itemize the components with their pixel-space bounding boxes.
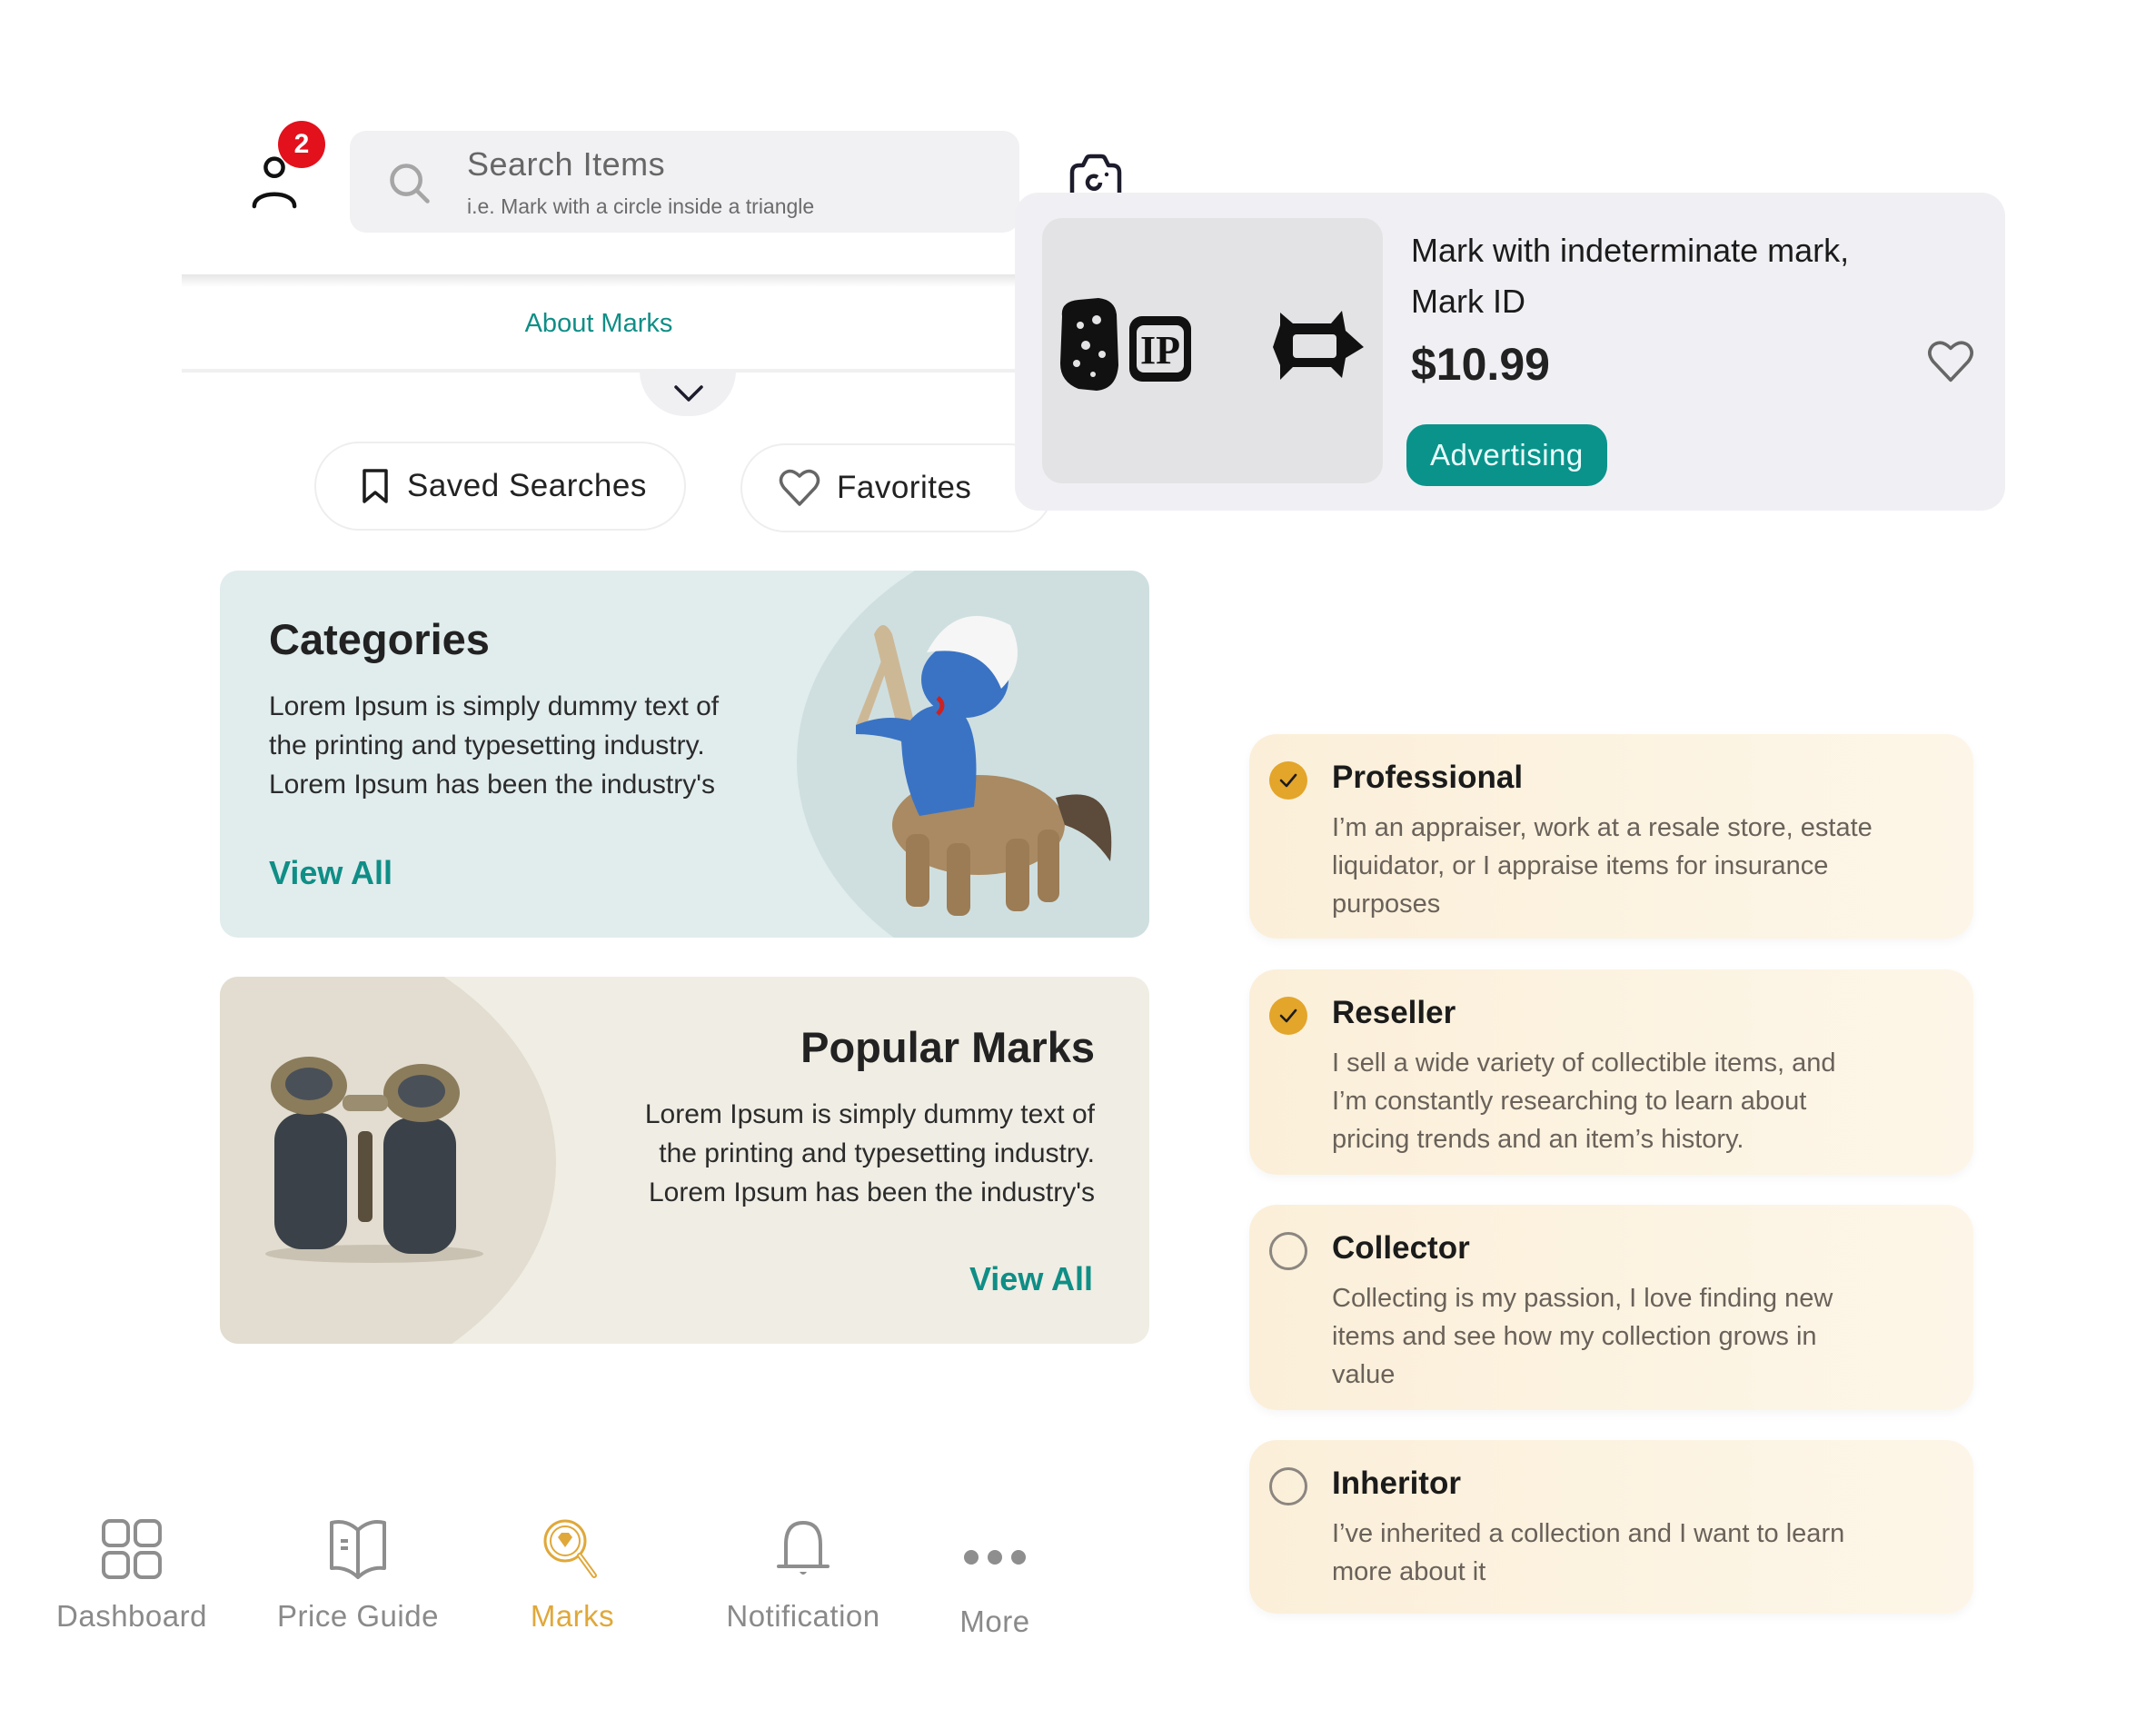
product-title-line: Mark ID bbox=[1411, 283, 1525, 320]
role-description-line: liquidator, or I appraise items for insu… bbox=[1332, 851, 1829, 880]
header-shadow bbox=[182, 274, 1016, 287]
card-title: Categories bbox=[269, 615, 490, 663]
nav-notification[interactable]: Notification bbox=[712, 1517, 894, 1634]
role-description: I’m an appraiser, work at a resale store… bbox=[1332, 809, 1950, 923]
categories-card[interactable]: Categories Lorem Ipsum is simply dummy t… bbox=[220, 571, 1149, 938]
search-hint: i.e. Mark with a circle inside a triangl… bbox=[467, 194, 815, 218]
card-description-line: the printing and typesetting industry. bbox=[269, 730, 705, 760]
role-description-line: I’m constantly researching to learn abou… bbox=[1332, 1087, 1807, 1116]
chevron-down-icon bbox=[674, 385, 703, 402]
about-marks-link[interactable]: About Marks bbox=[182, 309, 1016, 339]
search-icon bbox=[390, 164, 430, 204]
role-title: Inheritor bbox=[1332, 1466, 1461, 1501]
role-option-inheritor[interactable]: Inheritor I’ve inherited a collection an… bbox=[1249, 1440, 1973, 1614]
favorites-label: Favorites bbox=[837, 470, 972, 505]
popular-marks-view-all-link[interactable]: View All bbox=[969, 1260, 1093, 1298]
card-description-line: the printing and typesetting industry. bbox=[659, 1138, 1095, 1168]
card-description-line: Lorem Ipsum is simply dummy text of bbox=[644, 1099, 1095, 1129]
bookmark-icon bbox=[363, 469, 388, 503]
notification-badge: 2 bbox=[278, 121, 325, 168]
heart-icon bbox=[779, 469, 820, 506]
book-icon bbox=[330, 1520, 386, 1579]
role-description-line: purposes bbox=[1332, 889, 1441, 919]
checkbox-checked[interactable] bbox=[1269, 997, 1307, 1035]
grid-icon bbox=[102, 1519, 162, 1579]
nav-marks[interactable]: Marks bbox=[482, 1517, 663, 1634]
categories-view-all-link[interactable]: View All bbox=[269, 854, 392, 892]
product-title-line: Mark with indeterminate mark, bbox=[1411, 232, 1850, 269]
card-description-line: Lorem Ipsum has been the industry's bbox=[269, 770, 715, 800]
hallmark-glyphs-icon: IP bbox=[1060, 298, 1364, 391]
role-description-line: value bbox=[1332, 1360, 1396, 1389]
role-title: Collector bbox=[1332, 1230, 1470, 1266]
bell-icon bbox=[777, 1520, 830, 1575]
checkbox-unchecked[interactable] bbox=[1269, 1467, 1307, 1505]
role-description-line: Collecting is my passion, I love finding… bbox=[1332, 1284, 1833, 1313]
nav-label: Marks bbox=[530, 1599, 615, 1633]
nav-dashboard[interactable]: Dashboard bbox=[41, 1517, 223, 1634]
role-option-professional[interactable]: Professional I’m an appraiser, work at a… bbox=[1249, 734, 1973, 939]
checkmark-icon bbox=[1279, 1009, 1297, 1023]
favorites-button[interactable]: Favorites bbox=[740, 443, 1054, 532]
mark-image: IP bbox=[1042, 218, 1383, 483]
card-description-line: Lorem Ipsum is simply dummy text of bbox=[269, 691, 720, 721]
role-description: Collecting is my passion, I love finding… bbox=[1332, 1279, 1950, 1394]
role-description-line: I sell a wide variety of collectible ite… bbox=[1332, 1048, 1836, 1078]
nav-label: Dashboard bbox=[56, 1599, 207, 1633]
role-description: I sell a wide variety of collectible ite… bbox=[1332, 1044, 1950, 1158]
advertising-tag[interactable]: Advertising bbox=[1406, 424, 1607, 486]
nav-label: Price Guide bbox=[277, 1599, 439, 1633]
binoculars-image bbox=[265, 1057, 483, 1263]
product-price: $10.99 bbox=[1411, 339, 1550, 390]
card-description-line: Lorem Ipsum has been the industry's bbox=[649, 1177, 1095, 1207]
nav-more[interactable]: More bbox=[904, 1517, 1086, 1639]
product-title: Mark with indeterminate mark, Mark ID bbox=[1411, 225, 1938, 327]
mark-ip-text: IP bbox=[1140, 328, 1180, 373]
role-title: Professional bbox=[1332, 760, 1524, 795]
nav-label: Notification bbox=[726, 1599, 880, 1633]
search-placeholder: Search Items bbox=[467, 145, 666, 183]
saved-searches-button[interactable]: Saved Searches bbox=[314, 442, 686, 531]
checkbox-checked[interactable] bbox=[1269, 761, 1307, 800]
nav-label: More bbox=[959, 1605, 1030, 1638]
checkmark-icon bbox=[1279, 773, 1297, 788]
favorite-heart-icon[interactable] bbox=[1927, 340, 1974, 383]
popular-marks-card[interactable]: Popular Marks Lorem Ipsum is simply dumm… bbox=[220, 977, 1149, 1344]
role-description-line: items and see how my collection grows in bbox=[1332, 1322, 1817, 1351]
divider bbox=[182, 369, 1016, 373]
saved-searches-label: Saved Searches bbox=[407, 468, 647, 503]
role-option-reseller[interactable]: Reseller I sell a wide variety of collec… bbox=[1249, 969, 1973, 1175]
role-description: I’ve inherited a collection and I want t… bbox=[1332, 1515, 1950, 1591]
camera-icon[interactable] bbox=[1067, 153, 1125, 194]
more-dots-icon bbox=[964, 1550, 1026, 1565]
role-description-line: pricing trends and an item’s history. bbox=[1332, 1125, 1744, 1154]
card-title: Popular Marks bbox=[800, 1023, 1095, 1071]
magnifier-diamond-icon bbox=[543, 1519, 597, 1578]
role-description-line: I’m an appraiser, work at a resale store… bbox=[1332, 813, 1873, 842]
role-description-line: more about it bbox=[1332, 1557, 1486, 1586]
role-title: Reseller bbox=[1332, 995, 1456, 1030]
nav-price-guide[interactable]: Price Guide bbox=[267, 1517, 449, 1634]
role-description-line: I’ve inherited a collection and I want t… bbox=[1332, 1519, 1845, 1548]
role-option-collector[interactable]: Collector Collecting is my passion, I lo… bbox=[1249, 1205, 1973, 1410]
card-description: Lorem Ipsum is simply dummy text of the … bbox=[645, 1095, 1095, 1212]
product-card[interactable]: IP Mark with indeterminate mark, Mark ID… bbox=[1015, 193, 2005, 511]
checkbox-unchecked[interactable] bbox=[1269, 1232, 1307, 1270]
smurf-centaur-figure bbox=[856, 616, 1112, 916]
card-description: Lorem Ipsum is simply dummy text of the … bbox=[269, 687, 719, 804]
